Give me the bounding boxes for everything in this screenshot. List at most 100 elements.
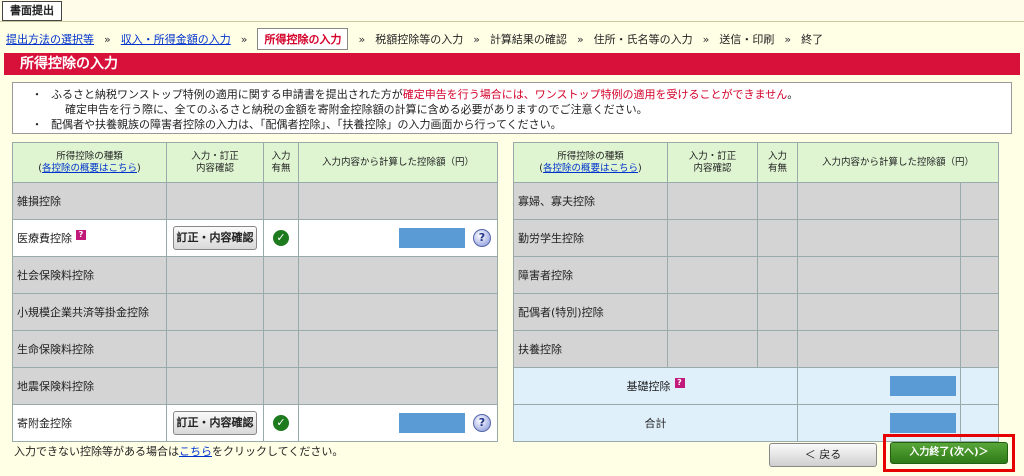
deduction-label: 障害者控除 <box>513 256 668 294</box>
input-status-cell <box>757 293 798 331</box>
other-deductions-link[interactable]: こちら <box>179 445 212 458</box>
basic-deduction-label: 基礎控除? <box>513 367 798 405</box>
deduction-label: 寡婦、寡夫控除 <box>513 182 668 220</box>
left-deduction-table: 所得控除の種類 (各控除の概要はこちら) 入力・訂正 内容確認 入力 有無 入力… <box>12 142 498 442</box>
amount-field <box>399 413 465 433</box>
step-separator: » <box>473 32 480 46</box>
input-status-cell <box>263 182 299 220</box>
step-separator: » <box>576 32 584 46</box>
next-button-highlight: 入力終了(次へ)＞ <box>883 434 1015 472</box>
amount-cell <box>797 330 961 368</box>
basic-deduction-amount <box>797 367 961 405</box>
check-icon: ✓ <box>273 415 289 431</box>
deduction-row: 障害者控除 <box>513 256 1000 294</box>
header-amount: 入力内容から計算した控除額（円） <box>298 142 498 183</box>
step-separator: » <box>358 32 366 46</box>
edit-confirm-button[interactable]: 訂正・内容確認 <box>173 411 257 435</box>
deduction-label: 勤労学生控除 <box>513 219 668 257</box>
bottom-note: 入力できない控除等がある場合はこちらをクリックしてください。 <box>14 445 344 458</box>
notice-box: ・ふるさと納税ワンストップ特例の適用に関する申請書を提出された方が確定申告を行う… <box>12 82 1012 134</box>
edit-cell <box>166 256 264 294</box>
amount-extra-cell <box>959 330 1000 368</box>
step-breadcrumb: 提出方法の選択等 » 収入・所得金額の入力 » 所得控除の入力 » 税額控除等の入力 » 計算結… <box>6 28 1018 50</box>
deduction-row: 小規模企業共済等掛金控除 <box>12 293 498 331</box>
amount-cell <box>298 293 498 331</box>
basic-deduction-row: 基礎控除? <box>513 367 1000 405</box>
section-title: 所得控除の入力 <box>4 53 1020 75</box>
edit-cell: 訂正・内容確認 <box>166 219 264 257</box>
deduction-overview-link[interactable]: 各控除の概要はこちら <box>42 163 137 174</box>
edit-cell <box>667 256 758 294</box>
step-6: 住所・氏名等の入力 <box>593 33 693 46</box>
deduction-label: 社会保険料控除 <box>12 256 167 294</box>
step-separator: » <box>784 32 792 46</box>
amount-cell <box>797 256 961 294</box>
edit-cell <box>667 182 758 220</box>
deduction-label: 配偶者(特別)控除 <box>513 293 668 331</box>
amount-cell <box>298 256 498 294</box>
amount-extra-cell <box>959 256 1000 294</box>
step-5: 計算結果の確認 <box>489 33 567 46</box>
input-status-cell <box>263 330 299 368</box>
notice-line-2: 確定申告を行う際に、全てのふるさと納税の金額を寄附金控除額の計算に含める必要があ… <box>65 103 648 116</box>
title-tab: 書面提出 <box>2 1 62 21</box>
edit-cell <box>166 293 264 331</box>
back-button[interactable]: ＜ 戻る <box>769 443 877 467</box>
edit-cell <box>166 330 264 368</box>
question-icon[interactable]: ? <box>473 414 491 432</box>
notice-line-1: ・ふるさと納税ワンストップ特例の適用に関する申請書を提出された方が確定申告を行う… <box>31 88 799 101</box>
step-separator: » <box>702 32 710 46</box>
basic-amount-field <box>890 376 956 396</box>
deduction-row: 寡婦、寡夫控除 <box>513 182 1000 220</box>
top-bar: 書面提出 <box>0 0 1024 22</box>
input-status-cell <box>263 293 299 331</box>
deduction-row: 雑損控除 <box>12 182 498 220</box>
deduction-label: 寄附金控除 <box>12 404 167 442</box>
finish-input-next-button[interactable]: 入力終了(次へ)＞ <box>890 442 1008 464</box>
input-status-cell <box>757 330 798 368</box>
deduction-row: 社会保険料控除 <box>12 256 498 294</box>
header-edit: 入力・訂正 内容確認 <box>667 142 758 183</box>
input-status-cell: ✓ <box>263 404 299 442</box>
amount-extra-cell <box>959 293 1000 331</box>
amount-extra-cell <box>959 219 1000 257</box>
input-status-cell <box>757 256 798 294</box>
amount-extra-cell <box>959 182 1000 220</box>
total-label: 合計 <box>513 404 798 442</box>
deduction-label: 扶養控除 <box>513 330 668 368</box>
input-status-cell <box>757 182 798 220</box>
question-icon[interactable]: ? <box>473 229 491 247</box>
edit-confirm-button[interactable]: 訂正・内容確認 <box>173 226 257 250</box>
step-4: 税額控除等の入力 <box>375 33 464 46</box>
amount-cell <box>298 367 498 405</box>
deduction-row: 地震保険料控除 <box>12 367 498 405</box>
edit-cell <box>166 182 264 220</box>
edit-cell <box>667 293 758 331</box>
edit-cell <box>166 367 264 405</box>
deduction-row: 生命保険料控除 <box>12 330 498 368</box>
step-separator: » <box>104 32 111 46</box>
deduction-label: 地震保険料控除 <box>12 367 167 405</box>
header-kind: 所得控除の種類 (各控除の概要はこちら) <box>12 142 167 183</box>
deduction-row: 配偶者(特別)控除 <box>513 293 1000 331</box>
help-icon[interactable]: ? <box>76 230 86 240</box>
step-2[interactable]: 収入・所得金額の入力 <box>121 31 231 47</box>
notice-line-3: ・配偶者や扶養親族の障害者控除の入力は、「配偶者控除」、「扶養控除」の入力画面か… <box>31 118 562 131</box>
deduction-overview-link[interactable]: 各控除の概要はこちら <box>543 163 638 174</box>
amount-cell <box>298 330 498 368</box>
input-status-cell <box>263 367 299 405</box>
amount-cell <box>797 219 961 257</box>
step-7: 送信・印刷 <box>719 33 775 46</box>
deduction-label: 生命保険料控除 <box>12 330 167 368</box>
edit-cell <box>667 219 758 257</box>
header-edit: 入力・訂正 内容確認 <box>166 142 264 183</box>
check-icon: ✓ <box>273 230 289 246</box>
amount-cell <box>797 293 961 331</box>
help-icon[interactable]: ? <box>674 378 685 388</box>
deduction-label: 雑損控除 <box>12 182 167 220</box>
amount-cell <box>298 182 498 220</box>
step-1[interactable]: 提出方法の選択等 <box>6 31 94 47</box>
edit-cell <box>667 330 758 368</box>
amount-cell: ? <box>298 404 498 442</box>
edit-cell: 訂正・内容確認 <box>166 404 264 442</box>
